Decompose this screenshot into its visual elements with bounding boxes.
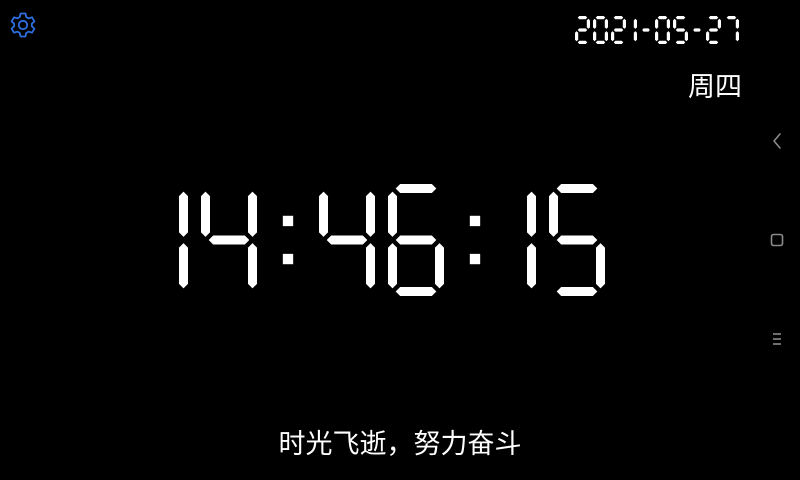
date-segment	[613, 40, 624, 44]
clock-digit-6	[527, 191, 536, 289]
date-segment	[633, 31, 637, 42]
date-segment	[708, 40, 719, 44]
clock-digit-0	[179, 191, 188, 289]
clock-colon	[282, 215, 294, 265]
date-segment	[622, 18, 626, 29]
clock-segment	[179, 243, 188, 289]
date-segment	[735, 31, 739, 42]
clock-colon-dot-1	[469, 253, 481, 265]
weekday-label: 周四	[688, 72, 742, 103]
menu-lines-icon	[773, 333, 781, 345]
clock-segment	[395, 287, 437, 296]
date-segment	[633, 18, 637, 29]
clock-segment	[248, 191, 257, 237]
clock-segment	[366, 191, 375, 237]
date-segment	[586, 18, 590, 29]
date-segment	[735, 18, 739, 29]
date-segment	[673, 18, 677, 29]
clock-segment	[556, 287, 598, 296]
date-segment	[611, 31, 615, 42]
date-segment	[684, 31, 688, 42]
date-digit-8	[706, 16, 721, 44]
square-icon	[770, 233, 784, 247]
clock-segment	[201, 191, 210, 237]
date-segment	[675, 28, 686, 32]
date-segment	[595, 40, 606, 44]
date-segment	[666, 31, 670, 42]
date-digit-3	[633, 18, 637, 42]
date-segment	[577, 40, 588, 44]
chevron-left-icon	[773, 133, 781, 149]
navigation-bar	[752, 0, 800, 480]
clock-segment	[326, 235, 368, 245]
date-segment	[604, 18, 608, 29]
date-segment	[666, 18, 670, 29]
date-segment	[604, 31, 608, 42]
date-segment	[613, 16, 624, 20]
date-segment	[706, 31, 710, 42]
clock-colon-dot-1	[282, 253, 294, 265]
date-segment	[655, 31, 659, 42]
date-segment	[726, 16, 737, 20]
date-digit-5	[655, 16, 670, 44]
nav-menu-button[interactable]	[766, 328, 788, 350]
date-segment	[675, 16, 686, 20]
date-segment	[655, 18, 659, 29]
date-segment	[577, 16, 588, 20]
clock-segment	[527, 243, 536, 289]
clock-segment	[596, 243, 605, 289]
motto-text: 时光飞逝，努力奋斗	[278, 429, 522, 460]
date-segment	[717, 18, 721, 29]
clock-colon	[469, 215, 481, 265]
clock-digit-1	[201, 191, 257, 289]
date-segment	[593, 18, 597, 29]
clock-digit-4	[388, 184, 444, 296]
clock-segment	[395, 184, 437, 193]
date-segment	[642, 28, 650, 32]
date-segment	[593, 31, 597, 42]
clock-display: 14:46:15	[158, 184, 618, 296]
date-segment	[595, 16, 606, 20]
clock-segment	[319, 191, 328, 237]
gear-icon	[10, 12, 36, 38]
date-digit-6	[673, 16, 688, 44]
clock-digit-7	[549, 184, 605, 296]
date-digit-2	[611, 16, 626, 44]
clock-segment	[549, 191, 558, 237]
clock-segment	[208, 235, 250, 245]
clock-colon-dot-0	[469, 215, 481, 227]
clock-segment	[395, 235, 437, 245]
date-display: 2021-05-27	[575, 16, 742, 46]
clock-segment	[179, 191, 188, 237]
nav-back-button[interactable]	[766, 130, 788, 152]
settings-button[interactable]	[8, 10, 38, 40]
clock-segment	[388, 191, 397, 237]
date-segment	[693, 28, 701, 32]
date-segment	[657, 40, 668, 44]
clock-segment	[248, 243, 257, 289]
clock-segment	[435, 243, 444, 289]
clock-segment	[556, 184, 598, 193]
clock-segment	[388, 243, 397, 289]
clock-segment	[527, 191, 536, 237]
date-segment	[708, 28, 719, 32]
date-digit-4	[642, 28, 650, 32]
date-digit-7	[693, 28, 701, 32]
date-digit-1	[593, 16, 608, 44]
clock-colon-dot-0	[282, 215, 294, 227]
date-segment	[577, 28, 588, 32]
date-segment	[657, 16, 668, 20]
clock-segment	[556, 235, 598, 245]
date-segment	[708, 16, 719, 20]
nav-home-button[interactable]	[766, 229, 788, 251]
clock-segment	[366, 243, 375, 289]
date-segment	[675, 40, 686, 44]
clock-digit-3	[319, 191, 375, 289]
date-digit-0	[575, 16, 590, 44]
date-segment	[613, 28, 624, 32]
date-segment	[575, 31, 579, 42]
date-digit-9	[726, 16, 739, 42]
